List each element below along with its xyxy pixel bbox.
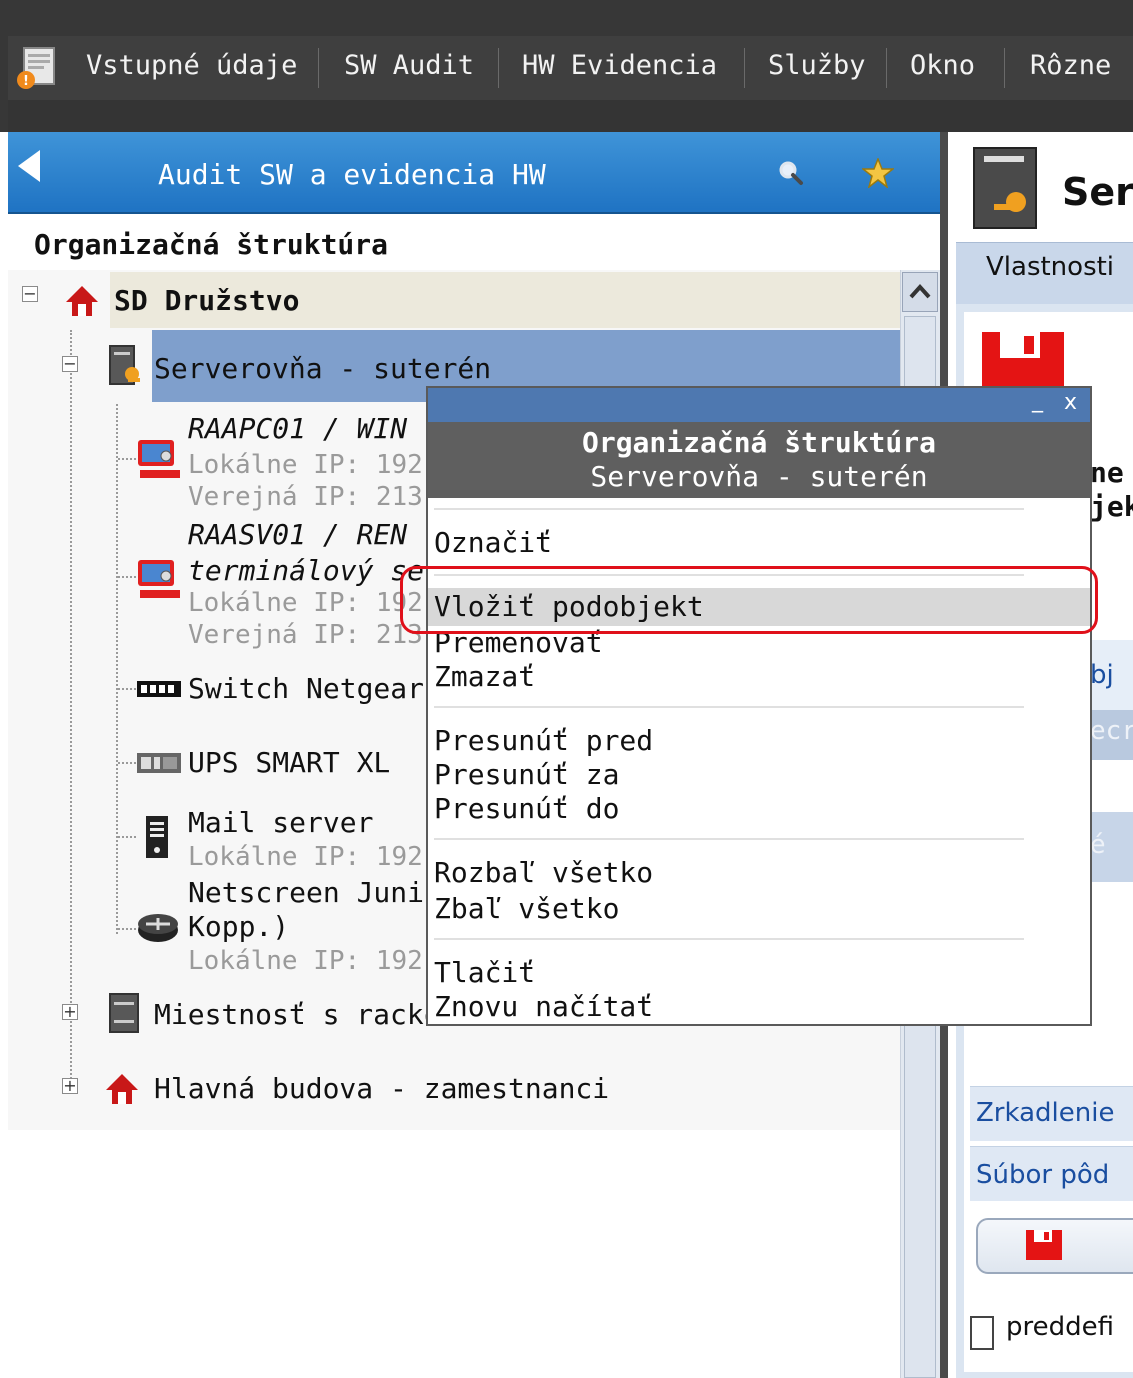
menu-item-rozbal-vsetko[interactable]: Rozbaľ všetko: [434, 856, 653, 889]
menu-rozne[interactable]: Rôzne: [1030, 50, 1111, 81]
right-text-fragment: ne: [1090, 456, 1124, 489]
tree-line: [116, 404, 118, 934]
tree-line: [118, 458, 136, 460]
right-text-fragment: ecr: [1090, 716, 1133, 746]
tree-node-sibling[interactable]: Hlavná budova - zamestnanci: [154, 1072, 609, 1105]
context-menu-title: Organizačná štruktúra: [581, 426, 936, 459]
menu-item-presunut-do[interactable]: Presunúť do: [434, 792, 619, 825]
server-room-icon: [109, 345, 140, 385]
tree-line: [118, 762, 136, 764]
menubar-band: [8, 100, 1133, 132]
tree-line: [118, 836, 136, 838]
computer-icon: [138, 560, 180, 598]
menu-vstupne-udaje[interactable]: Vstupné údaje: [86, 50, 297, 81]
tree-node-title[interactable]: Netscreen Junip: [188, 876, 441, 909]
checkbox-label: preddefi: [1006, 1312, 1114, 1342]
subor-link[interactable]: Súbor pôd: [976, 1160, 1109, 1190]
tree-line: [118, 928, 136, 930]
tree-line: [118, 688, 136, 690]
collapse-toggle[interactable]: −: [22, 286, 38, 302]
menu-sw-audit[interactable]: SW Audit: [344, 50, 474, 81]
menu-item-presunut-za[interactable]: Presunúť za: [434, 758, 619, 791]
menu-item-oznacit[interactable]: Označiť: [434, 526, 552, 559]
left-panel-header: Audit SW a evidencia HW: [8, 132, 942, 214]
tree-line: [118, 576, 136, 578]
menu-item-tlacit[interactable]: Tlačiť: [434, 956, 535, 989]
menu-item-zmazat[interactable]: Zmazať: [434, 660, 535, 693]
tree-node-root[interactable]: SD Družstvo: [114, 284, 299, 317]
menu-separator: [886, 48, 887, 88]
tab-vlastnosti[interactable]: Vlastnosti: [986, 252, 1114, 282]
server-key-icon: [973, 147, 1037, 229]
right-text-fragment[interactable]: bj: [1090, 660, 1114, 690]
tree-node-detail: Lokálne IP: 192.1: [188, 450, 455, 480]
home-icon: [66, 286, 98, 316]
tree-node-title[interactable]: Switch Netgear: [188, 672, 424, 705]
tree-node-title[interactable]: Mail server: [188, 806, 373, 839]
switch-icon: [137, 681, 181, 697]
menu-item-presunut-pred[interactable]: Presunúť pred: [434, 724, 653, 757]
menu-divider: [434, 706, 1024, 708]
save-icon[interactable]: [980, 330, 1066, 390]
rack-room-icon: [109, 993, 139, 1033]
router-icon: [138, 914, 178, 942]
predefined-checkbox[interactable]: [970, 1316, 994, 1350]
close-button[interactable]: x: [1064, 390, 1077, 415]
left-panel-title: Audit SW a evidencia HW: [158, 158, 546, 191]
context-menu-subtitle: Serverovňa - suterén: [590, 460, 928, 493]
svg-text:!: !: [23, 74, 29, 89]
ups-icon: [137, 753, 181, 773]
menu-separator: [1004, 48, 1005, 88]
menu-item-znovu-nacitat[interactable]: Znovu načítať: [434, 990, 653, 1023]
right-text-fragment: jek: [1090, 490, 1133, 523]
menu-divider: [434, 508, 1024, 510]
tree-node-detail: Lokálne IP: 192.1: [188, 946, 455, 976]
expand-toggle[interactable]: +: [62, 1004, 78, 1020]
favorite-star-icon[interactable]: [862, 158, 894, 188]
right-text-fragment: é: [1090, 830, 1106, 860]
minimize-button[interactable]: _: [1032, 388, 1043, 413]
menu-separator: [318, 48, 319, 88]
right-panel-title: Ser: [1062, 170, 1133, 214]
tree-node-title[interactable]: Kopp.): [188, 910, 289, 943]
menu-separator: [498, 48, 499, 88]
tree-node-sibling[interactable]: Miestnosť s rackom: [154, 998, 457, 1031]
menu-divider: [434, 838, 1024, 840]
tree-node-detail: Verejná IP: 213.8: [188, 482, 455, 512]
menu-okno[interactable]: Okno: [910, 50, 975, 81]
search-icon[interactable]: [778, 160, 804, 186]
save-button[interactable]: [976, 1218, 1133, 1274]
tree-node-detail: Lokálne IP: 192.1: [188, 842, 455, 872]
collapse-toggle[interactable]: −: [62, 356, 78, 372]
server-tower-icon: [146, 816, 168, 858]
tree-node-title[interactable]: RAASV01 / REN: [188, 518, 407, 551]
back-arrow-icon[interactable]: [18, 150, 40, 182]
menu-item-zbal-vsetko[interactable]: Zbaľ všetko: [434, 892, 619, 925]
tree-node-title[interactable]: terminálový se: [188, 554, 424, 587]
menu-sluzby[interactable]: Služby: [768, 50, 866, 81]
save-icon: [1026, 1230, 1062, 1260]
tree-node-title[interactable]: UPS SMART XL: [188, 746, 390, 779]
chevron-up-icon: [909, 284, 931, 299]
section-title: Organizačná štruktúra: [34, 228, 389, 261]
highlight-annotation: [400, 566, 1098, 634]
zrkadlenie-link[interactable]: Zrkadlenie: [976, 1098, 1114, 1128]
computer-icon: [138, 440, 180, 478]
context-menu-titlebar[interactable]: [428, 388, 1090, 422]
app-document-icon[interactable]: !: [14, 44, 62, 92]
menu-divider: [434, 938, 1024, 940]
tree-node-selected[interactable]: Serverovňa - suterén: [154, 352, 491, 385]
tree-line: [70, 330, 72, 1086]
home-icon: [106, 1074, 138, 1104]
menu-hw-evidencia[interactable]: HW Evidencia: [522, 50, 717, 81]
menu-separator: [744, 48, 745, 88]
expand-toggle[interactable]: +: [62, 1078, 78, 1094]
scroll-up-button[interactable]: [902, 272, 938, 312]
tree-node-title[interactable]: RAAPC01 / WIN: [188, 412, 407, 445]
